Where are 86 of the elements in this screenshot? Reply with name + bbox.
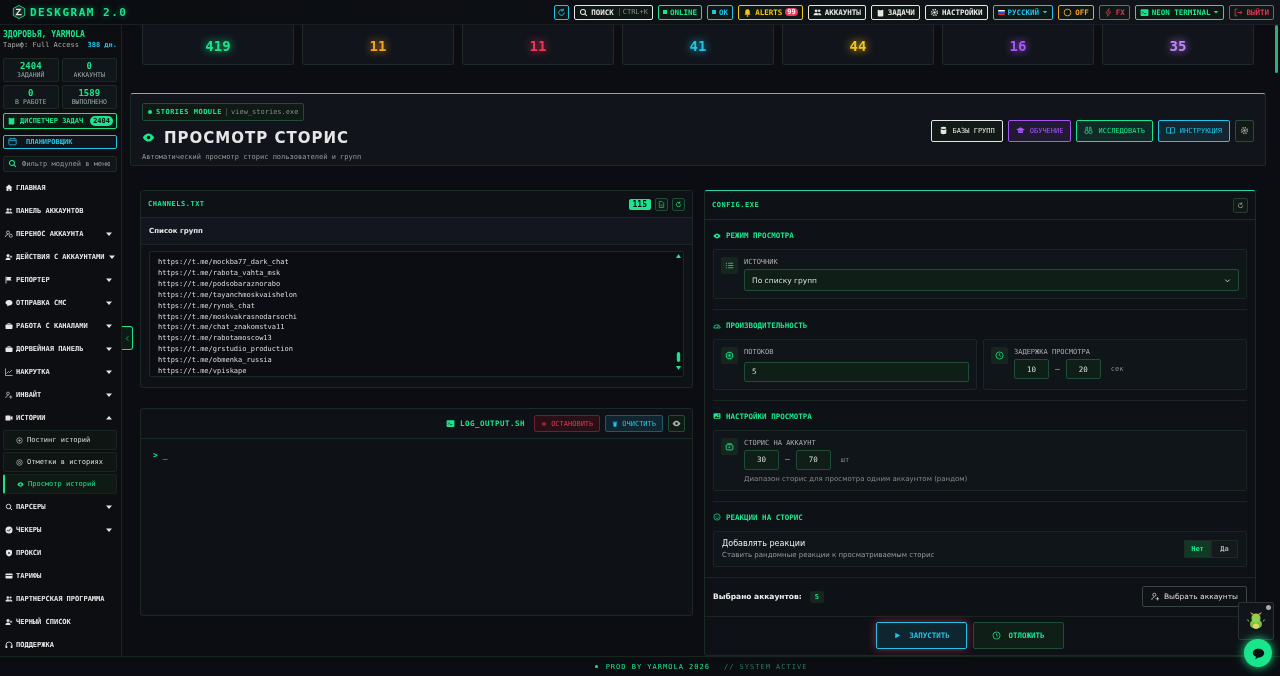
text-cursor: _ [162, 451, 168, 460]
collapse-sidebar-button[interactable] [122, 326, 133, 350]
prompt-symbol: > [153, 451, 158, 460]
eye-icon [672, 419, 681, 428]
caret-icon [1213, 9, 1220, 15]
play-icon [893, 631, 903, 641]
option-title: Добавлять реакции [722, 538, 807, 548]
stat-card: 35 [1102, 25, 1254, 65]
list-icon [721, 257, 738, 274]
caret-icon [1042, 9, 1049, 15]
book-icon [1165, 126, 1175, 135]
file-button[interactable] [655, 197, 668, 211]
briefcase-icon [5, 344, 13, 353]
chat-bubble-icon [5, 298, 13, 307]
card-icon [5, 571, 13, 580]
settings-icon [1240, 126, 1249, 135]
range-dash: — [785, 455, 790, 464]
people-icon [5, 206, 13, 215]
eye-icon [17, 480, 24, 488]
search-icon [5, 502, 13, 511]
check-circle-icon [5, 525, 13, 534]
stat-card: 419 [142, 25, 294, 65]
logo-icon [12, 5, 26, 19]
eye-icon [142, 131, 155, 144]
status-dot [1266, 605, 1271, 610]
terminal-icon [1139, 7, 1149, 17]
line-chart-icon [5, 367, 13, 376]
calendar-icon [8, 137, 17, 147]
chevron-left-icon [123, 334, 131, 342]
chat-bubble-icon [1251, 646, 1265, 660]
video-icon [721, 437, 738, 455]
people-icon [812, 7, 822, 17]
refresh-icon [557, 7, 567, 17]
chevron-down-icon [1224, 276, 1231, 284]
mascot-widget[interactable] [1238, 602, 1274, 640]
settings-icon [929, 7, 939, 17]
binoculars-icon [1084, 126, 1094, 135]
page-title: ПРОСМОТР СТОРИС [164, 128, 349, 147]
count-badge: 115 [628, 198, 651, 210]
refresh-button[interactable] [672, 197, 685, 211]
view-button[interactable] [668, 415, 685, 432]
stat-card: 11 [302, 25, 454, 65]
eye-icon [713, 231, 721, 240]
house-icon [5, 183, 13, 192]
stat-card: 16 [942, 25, 1094, 65]
clock-icon [991, 347, 1008, 364]
camera-icon [5, 413, 13, 422]
clipboard-icon [875, 7, 885, 17]
circle-icon [1063, 7, 1073, 17]
logout-icon [1234, 7, 1244, 17]
stat-card: 44 [782, 25, 934, 65]
flag-icon [997, 9, 1005, 15]
graduation-cap-icon [1015, 126, 1025, 135]
search-icon [8, 159, 17, 169]
bell-icon [743, 7, 753, 17]
database-icon [938, 126, 948, 135]
smiley-icon [713, 513, 721, 521]
clipboard-icon [7, 116, 16, 126]
dragon-drawing [1246, 611, 1266, 631]
stat-card: 11 [462, 25, 614, 65]
refresh-icon [1237, 201, 1244, 209]
greeting-text: ЗДОРОВЬЯ, YARMOLA [3, 30, 86, 39]
headset-icon [5, 640, 13, 649]
refresh-button[interactable] [554, 4, 570, 20]
plus-circle-icon [16, 436, 23, 444]
range-dash: — [1055, 364, 1060, 374]
trash-icon [612, 420, 619, 427]
stat-card: 41 [622, 25, 774, 65]
terminal-icon [445, 419, 455, 428]
flag-icon [5, 275, 13, 284]
file-icon [658, 200, 665, 208]
refresh-icon [675, 200, 682, 208]
settings-button[interactable] [1235, 119, 1254, 142]
gauge-icon [713, 321, 721, 330]
chip-icon [721, 347, 738, 364]
scrollbar[interactable] [1275, 25, 1278, 73]
clock-icon [992, 631, 1002, 641]
pause-icon [541, 420, 548, 427]
refresh-button[interactable] [1233, 197, 1248, 213]
people-icon [5, 594, 13, 603]
briefcase-icon [5, 321, 13, 330]
app-title: DESKGRAM 2.0 [30, 5, 128, 19]
search-icon [579, 7, 589, 17]
shield-icon [5, 548, 13, 557]
lightning-icon [1103, 7, 1113, 17]
image-icon [713, 412, 721, 420]
